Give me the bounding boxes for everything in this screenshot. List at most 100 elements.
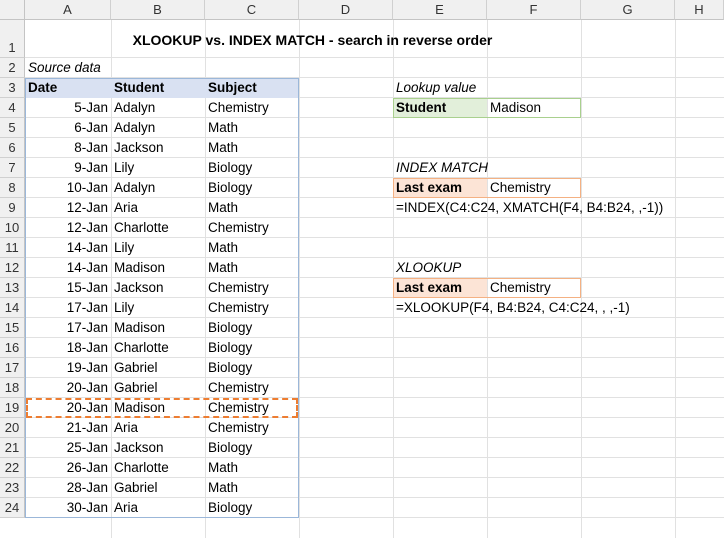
header-subject[interactable]: Subject (205, 78, 260, 98)
lookup-label[interactable]: Lookup value (393, 78, 479, 98)
cell-date[interactable]: 12-Jan (25, 198, 111, 218)
cell-subject[interactable]: Chemistry (205, 278, 299, 298)
row-header-2[interactable]: 2 (0, 58, 25, 78)
cell-subject[interactable]: Biology (205, 178, 299, 198)
header-date[interactable]: Date (25, 78, 60, 98)
cell-date[interactable]: 14-Jan (25, 238, 111, 258)
cell-student[interactable]: Adalyn (111, 178, 205, 198)
cell-student[interactable]: Aria (111, 198, 205, 218)
cell-student[interactable]: Aria (111, 418, 205, 438)
column-header-c[interactable]: C (205, 0, 299, 20)
row-header-5[interactable]: 5 (0, 118, 25, 138)
cell-subject[interactable]: Chemistry (205, 298, 299, 318)
cell-date[interactable]: 28-Jan (25, 478, 111, 498)
row-header-3[interactable]: 3 (0, 78, 25, 98)
cell-subject[interactable]: Biology (205, 158, 299, 178)
row-header-24[interactable]: 24 (0, 498, 25, 518)
cell-student[interactable]: Lily (111, 238, 205, 258)
cell-student[interactable]: Madison (111, 318, 205, 338)
cell-subject[interactable]: Math (205, 118, 299, 138)
row-header-16[interactable]: 16 (0, 338, 25, 358)
xlookup-formula[interactable]: =XLOOKUP(F4, B4:B24, C4:C24, , ,-1) (393, 298, 633, 318)
cell-student[interactable]: Gabriel (111, 378, 205, 398)
cell-subject[interactable]: Biology (205, 358, 299, 378)
row-header-9[interactable]: 9 (0, 198, 25, 218)
cell-student[interactable]: Jackson (111, 438, 205, 458)
cell-date[interactable]: 12-Jan (25, 218, 111, 238)
column-header-f[interactable]: F (487, 0, 581, 20)
xlookup-label[interactable]: XLOOKUP (393, 258, 464, 278)
row-header-23[interactable]: 23 (0, 478, 25, 498)
cell-subject[interactable]: Biology (205, 498, 299, 518)
cell-subject[interactable]: Chemistry (205, 98, 299, 118)
cell-student[interactable]: Charlotte (111, 218, 205, 238)
header-student[interactable]: Student (111, 78, 167, 98)
cell-student[interactable]: Adalyn (111, 98, 205, 118)
cell-subject[interactable]: Math (205, 258, 299, 278)
cell-subject[interactable]: Biology (205, 318, 299, 338)
cell-date[interactable]: 10-Jan (25, 178, 111, 198)
cell-date[interactable]: 18-Jan (25, 338, 111, 358)
cell-student[interactable]: Charlotte (111, 338, 205, 358)
spreadsheet-grid[interactable]: ABCDEFGH 1 2 3 4 5 6 7 8 9 10 11 12 13 14 15 16 17 18 19 20… (0, 0, 724, 538)
row-header-10[interactable]: 10 (0, 218, 25, 238)
row-header-12[interactable]: 12 (0, 258, 25, 278)
cell-subject[interactable]: Chemistry (205, 378, 299, 398)
row-header-18[interactable]: 18 (0, 378, 25, 398)
cell-date[interactable]: 6-Jan (25, 118, 111, 138)
cell-date[interactable]: 9-Jan (25, 158, 111, 178)
cell-student[interactable]: Jackson (111, 278, 205, 298)
cell-subject[interactable]: Math (205, 238, 299, 258)
column-header-a[interactable]: A (25, 0, 111, 20)
cell-student[interactable]: Lily (111, 298, 205, 318)
row-header-8[interactable]: 8 (0, 178, 25, 198)
cell-student[interactable]: Gabriel (111, 478, 205, 498)
cell-student[interactable]: Charlotte (111, 458, 205, 478)
index-match-label[interactable]: INDEX MATCH (393, 158, 491, 178)
row-header-17[interactable]: 17 (0, 358, 25, 378)
cell-subject[interactable]: Biology (205, 338, 299, 358)
row-header-1[interactable]: 1 (0, 20, 25, 58)
cell-date[interactable]: 25-Jan (25, 438, 111, 458)
row-header-15[interactable]: 15 (0, 318, 25, 338)
cell-student[interactable]: Adalyn (111, 118, 205, 138)
cell-date[interactable]: 21-Jan (25, 418, 111, 438)
row-header-7[interactable]: 7 (0, 158, 25, 178)
cell-date[interactable]: 20-Jan (25, 378, 111, 398)
cell-date[interactable]: 17-Jan (25, 298, 111, 318)
cell-date[interactable]: 15-Jan (25, 278, 111, 298)
cell-subject[interactable]: Math (205, 198, 299, 218)
cell-date[interactable]: 8-Jan (25, 138, 111, 158)
cell-date[interactable]: 17-Jan (25, 318, 111, 338)
index-match-formula[interactable]: =INDEX(C4:C24, XMATCH(F4, B4:B24, ,-1)) (393, 198, 666, 218)
sheet-title[interactable]: XLOOKUP vs. INDEX MATCH - search in reve… (25, 30, 600, 50)
cell-subject[interactable]: Biology (205, 438, 299, 458)
cell-student[interactable]: Aria (111, 498, 205, 518)
row-header-21[interactable]: 21 (0, 438, 25, 458)
column-header-b[interactable]: B (111, 0, 205, 20)
cell-student[interactable]: Lily (111, 158, 205, 178)
cell-subject[interactable]: Math (205, 138, 299, 158)
cell-subject[interactable]: Chemistry (205, 218, 299, 238)
row-header-20[interactable]: 20 (0, 418, 25, 438)
cell-student[interactable]: Gabriel (111, 358, 205, 378)
cell-date[interactable]: 14-Jan (25, 258, 111, 278)
row-header-6[interactable]: 6 (0, 138, 25, 158)
column-header-d[interactable]: D (299, 0, 393, 20)
cell-date[interactable]: 26-Jan (25, 458, 111, 478)
row-header-11[interactable]: 11 (0, 238, 25, 258)
column-header-h[interactable]: H (675, 0, 724, 20)
row-header-4[interactable]: 4 (0, 98, 25, 118)
row-header-14[interactable]: 14 (0, 298, 25, 318)
column-header-e[interactable]: E (393, 0, 487, 20)
cell-subject[interactable]: Math (205, 458, 299, 478)
source-data-label[interactable]: Source data (25, 58, 104, 78)
cell-date[interactable]: 30-Jan (25, 498, 111, 518)
row-header-19[interactable]: 19 (0, 398, 25, 418)
row-header-13[interactable]: 13 (0, 278, 25, 298)
row-header-22[interactable]: 22 (0, 458, 25, 478)
cell-subject[interactable]: Chemistry (205, 418, 299, 438)
cell-date[interactable]: 5-Jan (25, 98, 111, 118)
cell-subject[interactable]: Math (205, 478, 299, 498)
cell-student[interactable]: Madison (111, 258, 205, 278)
